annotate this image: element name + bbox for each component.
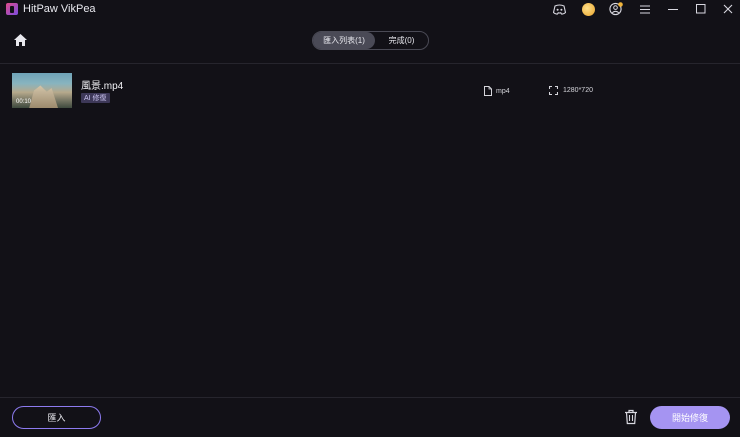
- divider: [0, 397, 740, 398]
- file-resolution-label: 1280*720: [563, 87, 593, 94]
- coin-icon[interactable]: [579, 1, 597, 17]
- video-thumbnail[interactable]: 00:10: [12, 73, 72, 108]
- home-button[interactable]: [13, 33, 28, 47]
- title-bar: HitPaw VikPea: [0, 0, 740, 19]
- home-icon: [14, 34, 27, 46]
- tab-switcher: 匯入列表(1) 完成(0): [312, 31, 429, 50]
- resolution-icon: [549, 86, 558, 95]
- import-button[interactable]: 匯入: [12, 406, 101, 429]
- trash-icon: [625, 409, 637, 425]
- file-format: mp4: [484, 86, 510, 96]
- tab-import-list[interactable]: 匯入列表(1): [313, 32, 375, 49]
- discord-icon[interactable]: [550, 1, 568, 17]
- divider: [0, 63, 740, 64]
- account-icon[interactable]: [607, 1, 625, 17]
- maximize-icon[interactable]: [692, 1, 710, 17]
- video-duration: 00:10: [16, 99, 32, 105]
- menu-icon[interactable]: [636, 1, 654, 17]
- start-repair-button[interactable]: 開始修復: [650, 406, 730, 429]
- file-resolution: 1280*720: [549, 86, 593, 95]
- app-window: HitPaw VikPea 匯入列表(1) 完成(0) 00:10 風景.mp4…: [0, 0, 740, 437]
- minimize-icon[interactable]: [664, 1, 682, 17]
- tab-completed[interactable]: 完成(0): [375, 32, 428, 49]
- app-logo-icon: [6, 3, 18, 15]
- delete-button[interactable]: [624, 409, 640, 426]
- app-title: HitPaw VikPea: [23, 3, 96, 15]
- close-icon[interactable]: [719, 1, 737, 17]
- model-badge[interactable]: AI 修復: [81, 93, 110, 103]
- file-format-label: mp4: [496, 87, 510, 95]
- file-name: 風景.mp4: [81, 81, 124, 92]
- file-icon: [484, 86, 492, 96]
